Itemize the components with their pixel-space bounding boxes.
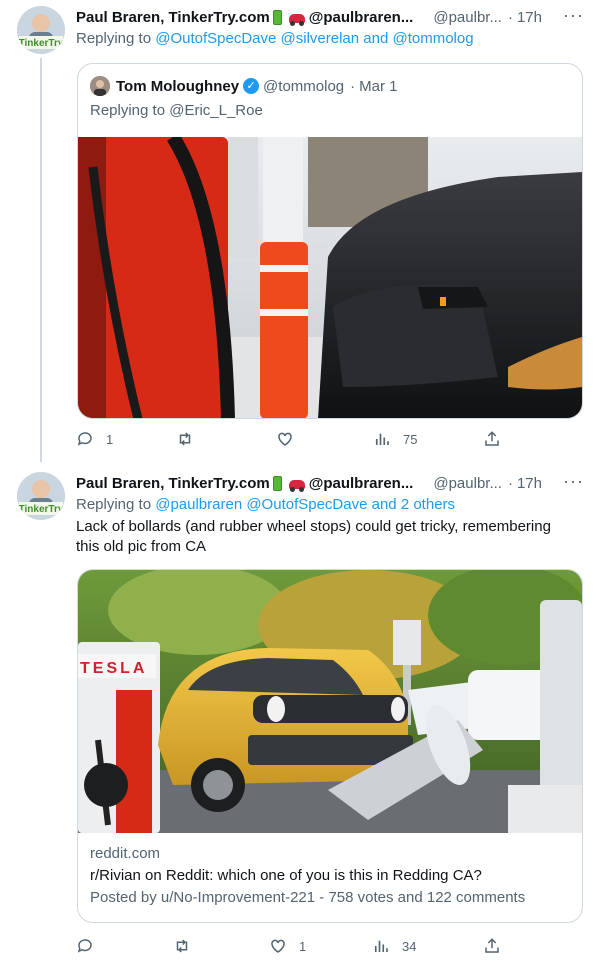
svg-text:TinkerTry: TinkerTry <box>19 38 64 49</box>
reply-button[interactable]: 1 <box>76 430 113 448</box>
quoted-author-avatar <box>90 76 110 96</box>
reply-last-link[interactable]: 2 others <box>401 496 455 513</box>
views-button[interactable]: 75 <box>373 430 417 448</box>
link-card-domain: reddit.com <box>90 845 161 862</box>
battery-emoji-icon <box>272 8 282 27</box>
reply-users-link[interactable]: @OutofSpecDave @silverelan <box>155 30 359 47</box>
retweet-button[interactable] <box>173 937 203 955</box>
author-avatar[interactable]: TinkerTry <box>17 6 65 54</box>
author-name[interactable]: Paul Braren, TinkerTry.com <box>76 9 270 26</box>
quoted-date: Mar 1 <box>359 77 398 95</box>
svg-text:TESLA: TESLA <box>80 660 147 677</box>
like-button[interactable]: 1 <box>269 937 306 955</box>
views-button[interactable]: 34 <box>372 937 416 955</box>
quoted-photo[interactable] <box>78 137 582 418</box>
reply-last-link[interactable]: @tommolog <box>392 30 473 47</box>
share-button[interactable] <box>483 937 501 955</box>
tweet-time[interactable]: 17h <box>517 9 542 26</box>
reply-button[interactable] <box>76 937 106 955</box>
share-button[interactable] <box>483 430 501 448</box>
verified-icon: ✓ <box>243 78 260 94</box>
svg-text:TinkerTry: TinkerTry <box>19 504 64 515</box>
views-count: 34 <box>402 938 417 954</box>
reply-icon <box>77 432 92 446</box>
link-card-title[interactable]: r/Rivian on Reddit: which one of you is … <box>90 865 525 887</box>
views-icon <box>375 433 389 445</box>
author-handle[interactable]: @paulbraren... <box>309 475 414 492</box>
tweet-1[interactable]: TinkerTry Paul Braren, TinkerTry.com @pa… <box>0 0 600 462</box>
battery-emoji-icon <box>272 474 282 493</box>
quoted-replying-to: Replying to @Eric_L_Roe <box>90 102 263 119</box>
more-icon[interactable]: ··· <box>563 471 584 492</box>
link-card-image[interactable]: TESLA <box>78 570 582 833</box>
views-icon <box>374 940 388 952</box>
replying-to: Replying to @OutofSpecDave @silverelan a… <box>76 30 474 47</box>
quoted-tweet[interactable]: Tom Moloughney ✓ @tommolog · Mar 1 Reply… <box>77 63 583 419</box>
author-avatar[interactable]: TinkerTry <box>17 472 65 520</box>
tweet-actions: 1 34 <box>76 937 508 957</box>
quoted-author-name: Tom Moloughney <box>116 77 240 95</box>
author-handle[interactable]: @paulbraren... <box>309 9 414 26</box>
car-emoji-icon <box>285 475 305 492</box>
link-card[interactable]: TESLA reddit.com r/Rivian on Reddit: whi… <box>77 569 583 923</box>
thread-line <box>40 58 42 462</box>
tweet-header: Paul Braren, TinkerTry.com @paulbraren..… <box>76 5 584 27</box>
tweet-2[interactable]: TinkerTry Paul Braren, TinkerTry.com @pa… <box>0 462 600 969</box>
more-icon[interactable]: ··· <box>563 5 584 26</box>
share-icon <box>485 938 499 953</box>
author-handle-short[interactable]: @paulbr... <box>433 9 502 26</box>
like-icon <box>278 432 292 446</box>
reply-users-link[interactable]: @paulbraren @OutofSpecDave <box>155 496 367 513</box>
views-count: 75 <box>403 431 418 447</box>
tweet-header: Paul Braren, TinkerTry.com @paulbraren..… <box>76 471 584 493</box>
link-card-description: Posted by u/No-Improvement-221 - 758 vot… <box>90 889 526 906</box>
replying-to: Replying to @paulbraren @OutofSpecDave a… <box>76 496 456 513</box>
quoted-author-handle: @tommolog <box>263 77 345 95</box>
reply-icon <box>77 939 92 953</box>
author-name[interactable]: Paul Braren, TinkerTry.com <box>76 475 270 492</box>
like-count: 1 <box>299 938 307 954</box>
tweet-text: Lack of bollards (and rubber wheel stops… <box>76 518 551 555</box>
car-emoji-icon <box>285 9 305 26</box>
author-handle-short[interactable]: @paulbr... <box>433 475 502 492</box>
retweet-icon <box>179 432 191 446</box>
tweet-time[interactable]: 17h <box>517 475 542 492</box>
share-icon <box>485 431 499 446</box>
retweet-icon <box>176 939 188 953</box>
like-icon <box>271 939 285 953</box>
link-card-footer: reddit.com r/Rivian on Reddit: which one… <box>90 843 525 909</box>
quoted-tweet-header: Tom Moloughney ✓ @tommolog · Mar 1 <box>90 76 397 96</box>
like-button[interactable] <box>276 430 306 448</box>
reply-count: 1 <box>106 431 114 447</box>
tweet-actions: 1 75 <box>76 430 508 450</box>
retweet-button[interactable] <box>176 430 206 448</box>
